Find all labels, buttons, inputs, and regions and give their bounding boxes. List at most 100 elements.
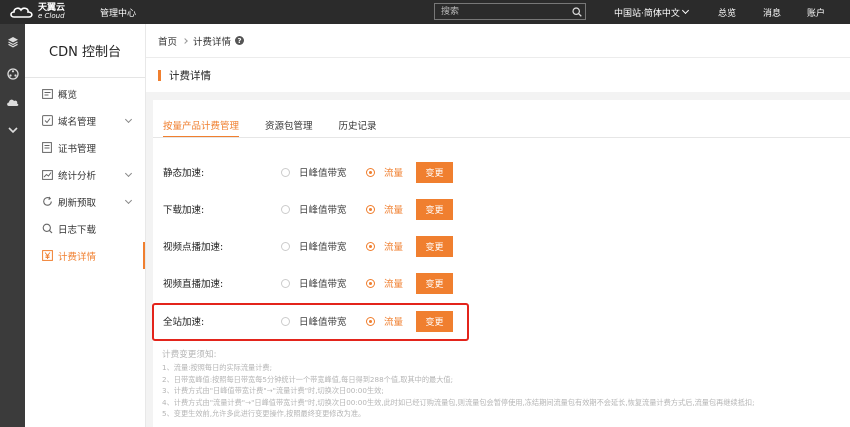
billing-row-vod: 视频点播加速: 日峰值带宽 流量 变更 — [153, 235, 850, 257]
chevron-down-icon — [124, 115, 133, 124]
radio-peak-bandwidth[interactable]: 日峰值带宽 — [281, 202, 347, 216]
change-button[interactable]: 变更 — [416, 198, 453, 220]
top-navigation-bar: 天翼云 e Cloud 管理中心 中国站·简体中文 总览 消息 账户 — [0, 0, 850, 24]
notes-title: 计费变更须知: — [162, 350, 217, 360]
radio-checked-icon — [366, 241, 375, 251]
radio-unchecked-icon — [281, 241, 290, 251]
breadcrumb: 首页 计费详情 ? — [146, 24, 850, 58]
chevron-right-icon — [182, 37, 188, 44]
radio-traffic[interactable]: 流量 — [366, 276, 403, 290]
product-icon-rail — [0, 24, 25, 427]
radio-peak-bandwidth[interactable]: 日峰值带宽 — [281, 239, 347, 253]
network-icon[interactable] — [0, 60, 25, 88]
radio-label: 日峰值带宽 — [299, 279, 347, 290]
note-line: 4、计费方式由"流量计费"→"日峰值带宽计费"时,切换次日00:00生效,此时如… — [162, 397, 755, 407]
messages-link[interactable]: 消息 — [763, 0, 781, 24]
yen-icon — [41, 250, 53, 262]
radio-traffic[interactable]: 流量 — [366, 202, 403, 216]
domain-icon — [41, 115, 53, 127]
overview-link[interactable]: 总览 — [718, 0, 736, 24]
billing-row-download: 下载加速: 日峰值带宽 流量 变更 — [153, 198, 850, 220]
tab-history[interactable]: 历史记录 — [339, 114, 377, 138]
row-label: 静态加速: — [163, 168, 205, 179]
sidebar-item-label: 刷新预取 — [58, 197, 97, 209]
sidebar-item-certificate-management[interactable]: 证书管理 — [25, 134, 145, 161]
radio-label: 日峰值带宽 — [299, 168, 347, 179]
radio-label: 流量 — [384, 279, 404, 290]
chevron-down-icon — [124, 196, 133, 205]
sidebar-item-billing-details[interactable]: 计费详情 — [25, 242, 145, 269]
layers-icon[interactable] — [0, 24, 25, 60]
radio-label: 日峰值带宽 — [299, 205, 347, 216]
region-label: 中国站·简体中文 — [614, 8, 680, 19]
management-center-link[interactable]: 管理中心 — [100, 6, 136, 19]
radio-checked-icon — [366, 167, 375, 177]
sidebar-item-label: 日志下载 — [58, 224, 97, 236]
chevron-down-icon[interactable] — [0, 116, 25, 144]
radio-unchecked-icon — [281, 278, 290, 288]
sidebar-item-refresh-prefetch[interactable]: 刷新预取 — [25, 188, 145, 215]
sidebar-item-statistics[interactable]: 统计分析 — [25, 161, 145, 188]
cloud-logo-icon — [8, 4, 36, 20]
tab-bar: 按量产品计费管理 资源包管理 历史记录 — [163, 114, 403, 138]
radio-checked-icon — [366, 204, 375, 214]
section-accent-bar — [158, 69, 161, 81]
radio-label: 流量 — [384, 168, 404, 179]
sidebar-item-label: 计费详情 — [58, 251, 97, 263]
sidebar-item-overview[interactable]: 概览 — [25, 80, 145, 107]
radio-checked-icon — [366, 278, 375, 288]
cloud-icon[interactable] — [0, 88, 25, 116]
radio-label: 日峰值带宽 — [299, 242, 347, 253]
row-label: 视频直播加速: — [163, 279, 224, 290]
breadcrumb-current: 计费详情 — [193, 36, 232, 48]
ecloud-logo[interactable]: 天翼云 e Cloud — [0, 4, 88, 20]
tab-pay-as-you-go[interactable]: 按量产品计费管理 — [163, 114, 240, 138]
overview-icon — [41, 88, 53, 100]
radio-peak-bandwidth[interactable]: 日峰值带宽 — [281, 165, 347, 179]
radio-label: 流量 — [384, 242, 404, 253]
radio-traffic[interactable]: 流量 — [366, 165, 403, 179]
help-icon[interactable]: ? — [235, 36, 245, 45]
billing-change-notes: 计费变更须知: 1、流量:按照每日的实际流量计费; 2、日带宽峰值:按照每日带宽… — [162, 349, 850, 420]
account-link[interactable]: 账户 — [807, 0, 825, 24]
sidebar-item-label: 域名管理 — [58, 116, 97, 128]
refresh-icon — [41, 196, 53, 208]
logo-text-cn: 天翼云 — [38, 3, 66, 13]
search-icon[interactable] — [569, 4, 585, 19]
billing-row-static: 静态加速: 日峰值带宽 流量 变更 — [153, 161, 850, 183]
region-language-selector[interactable]: 中国站·简体中文 — [614, 0, 689, 24]
search-input[interactable] — [435, 4, 569, 19]
note-line: 5、变更生效前,允许多此进行变更操作,按照最终变更修改为准。 — [162, 409, 366, 419]
change-button[interactable]: 变更 — [416, 235, 453, 257]
console-title: CDN 控制台 — [25, 24, 145, 78]
tab-resource-packages[interactable]: 资源包管理 — [265, 114, 313, 138]
note-line: 1、流量:按照每日的实际流量计费; — [162, 363, 273, 372]
row-label: 下载加速: — [163, 205, 205, 216]
highlight-box — [152, 303, 469, 341]
tab-divider — [153, 137, 850, 138]
sidebar-item-domain-management[interactable]: 域名管理 — [25, 107, 145, 134]
statistics-icon — [41, 169, 53, 181]
radio-label: 流量 — [384, 205, 404, 216]
sidebar-item-label: 统计分析 — [58, 170, 97, 182]
chevron-down-icon — [124, 169, 133, 178]
log-icon — [41, 223, 53, 235]
row-label: 视频点播加速: — [163, 242, 224, 253]
radio-unchecked-icon — [281, 167, 290, 177]
logo-text-en: e Cloud — [38, 12, 65, 20]
note-line: 3、计费方式由"日峰值带宽计费"→"流量计费"时,切换次日00:00生效; — [162, 386, 384, 396]
sidebar-item-label: 概览 — [58, 89, 78, 101]
breadcrumb-home[interactable]: 首页 — [158, 34, 177, 48]
certificate-icon — [41, 142, 53, 154]
change-button[interactable]: 变更 — [416, 272, 453, 294]
note-line: 2、日带宽峰值:按照每日带宽每5分钟统计一个带宽峰值,每日得到288个值,取其中… — [162, 374, 454, 384]
radio-peak-bandwidth[interactable]: 日峰值带宽 — [281, 276, 347, 290]
billing-row-live: 视频直播加速: 日峰值带宽 流量 变更 — [153, 272, 850, 294]
change-button[interactable]: 变更 — [416, 161, 453, 183]
section-header: 计费详情 — [146, 58, 850, 92]
page-title: 计费详情 — [169, 69, 211, 82]
sidebar-item-log-download[interactable]: 日志下载 — [25, 215, 145, 242]
cdn-sidebar: CDN 控制台 概览 域名管理 证书管理 统计分析 刷新预取 日志下载 计费详情 — [25, 24, 146, 427]
radio-traffic[interactable]: 流量 — [366, 239, 403, 253]
search-box — [434, 3, 586, 20]
